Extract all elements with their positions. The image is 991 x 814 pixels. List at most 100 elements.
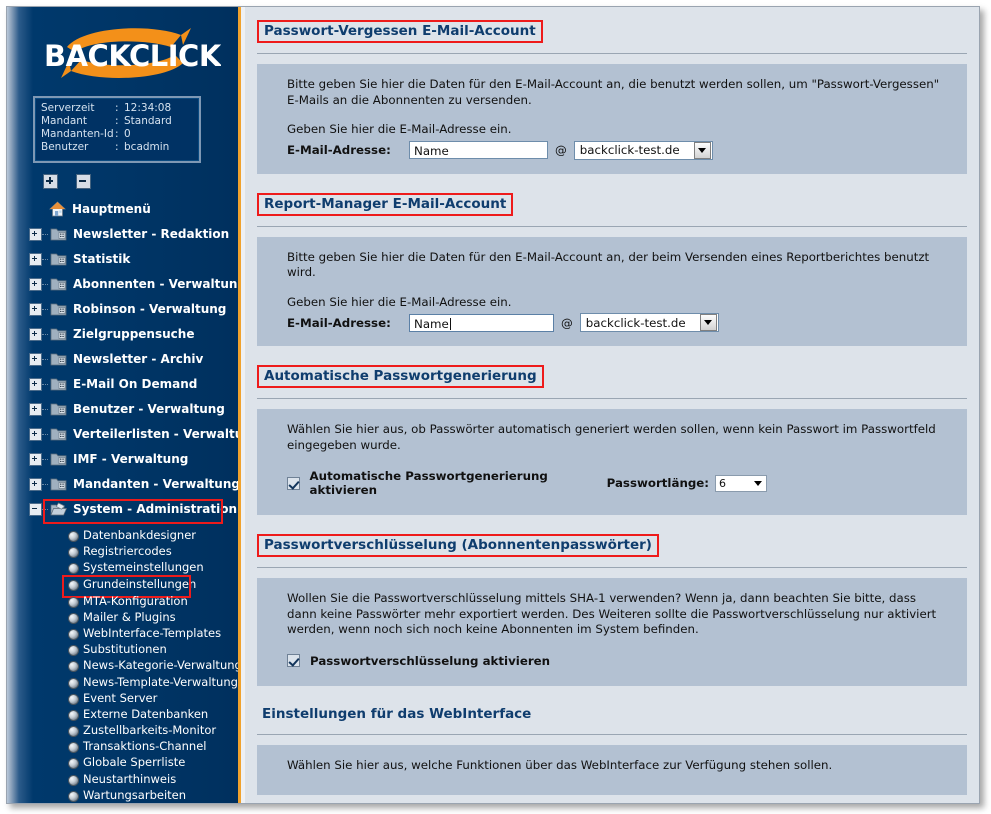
sidebar-subitem-label: WebInterface-Templates xyxy=(83,625,222,640)
sidebar-item-robinson-verwaltung[interactable]: Robinson - Verwaltung xyxy=(7,297,238,322)
sidebar-item-system-administration[interactable]: System - Administration xyxy=(7,497,238,524)
sidebar-subitem-transaktions-channel[interactable]: Transaktions-Channel xyxy=(7,738,238,754)
folder-icon xyxy=(50,301,67,317)
expand-toggle-icon[interactable] xyxy=(29,378,42,391)
expand-all-icon[interactable] xyxy=(43,174,58,189)
sidebar-subitem-news-kategorie-verwaltung[interactable]: News-Kategorie-Verwaltung xyxy=(7,657,238,673)
collapse-toggle-icon[interactable] xyxy=(29,503,42,516)
expand-toggle-icon[interactable] xyxy=(29,328,42,341)
sidebar-item-zielgruppensuche[interactable]: Zielgruppensuche xyxy=(7,322,238,347)
expand-toggle-icon[interactable] xyxy=(29,278,42,291)
at-symbol: @ xyxy=(561,315,573,330)
sidebar-item-benutzer-verwaltung[interactable]: Benutzer - Verwaltung xyxy=(7,397,238,422)
email-domain-select[interactable]: backclick-test.de xyxy=(573,140,713,160)
expand-toggle-icon[interactable] xyxy=(29,253,42,266)
info-row: Mandant : Standard xyxy=(41,115,172,128)
section-password-encryption: Passwortverschlüsselung (Abonnentenpassw… xyxy=(245,521,979,686)
bullet-icon xyxy=(68,774,79,786)
section-title: Passwortverschlüsselung (Abonnentenpassw… xyxy=(257,534,659,557)
sidebar-subitem-globale-sperrliste[interactable]: Globale Sperrliste xyxy=(7,754,238,770)
sidebar-subitem-registriercodes[interactable]: Registriercodes xyxy=(7,543,238,559)
sidebar-item-newsletter-archiv[interactable]: Newsletter - Archiv xyxy=(7,347,238,372)
email-domain-select[interactable]: backclick-test.de xyxy=(579,313,719,332)
sidebar-subitem-mailer-plugins[interactable]: Mailer & Plugins xyxy=(7,609,238,625)
expand-toggle-icon[interactable] xyxy=(29,228,42,241)
collapse-all-icon[interactable] xyxy=(75,174,91,189)
section-header: Einstellungen für das WebInterface xyxy=(245,692,979,724)
info-key: Benutzer xyxy=(41,141,89,153)
sidebar-item-label: Statistik xyxy=(73,252,131,266)
svg-text:BACKCLICK: BACKCLICK xyxy=(44,39,221,73)
sidebar-subitem-mta-konfiguration[interactable]: MTA-Konfiguration xyxy=(7,593,238,609)
sidebar-subitem-news-template-verwaltung[interactable]: News-Template-Verwaltung xyxy=(7,674,238,690)
chevron-down-icon[interactable] xyxy=(693,141,711,159)
password-encryption-checkbox[interactable] xyxy=(287,654,300,667)
sidebar-subitem-zustellbarkeits-monitor[interactable]: Zustellbarkeits-Monitor xyxy=(7,722,238,738)
expand-toggle-icon[interactable] xyxy=(29,303,42,316)
bullet-icon xyxy=(68,661,79,673)
sidebar-subitem-webinterface-templates[interactable]: WebInterface-Templates xyxy=(7,625,238,641)
bullet-icon xyxy=(68,531,79,542)
info-sep: : xyxy=(115,128,119,140)
expand-toggle-icon[interactable] xyxy=(29,478,42,491)
auto-password-checkbox[interactable] xyxy=(287,476,300,490)
section-auto-password: Automatische Passwortgenerierung Wählen … xyxy=(245,352,979,515)
sidebar-item-label: Mandanten - Verwaltung xyxy=(73,477,238,491)
navigation-tree: Hauptmenü Newsletter - Redaktion Statist… xyxy=(7,197,238,803)
folder-icon xyxy=(50,351,67,367)
tree-connector xyxy=(42,434,48,436)
chevron-down-icon[interactable] xyxy=(699,314,717,331)
application-window: BACKCLICK Serverzeit : 12:34:08 Mandant … xyxy=(6,6,980,804)
sidebar-item-label: Zielgruppensuche xyxy=(73,327,195,341)
folder-icon xyxy=(50,401,67,417)
sidebar-subitem-datenbankdesigner[interactable]: Datenbankdesigner xyxy=(7,527,238,543)
sidebar-item-email-on-demand[interactable]: E-Mail On Demand xyxy=(7,372,238,397)
sidebar-item-newsletter-redaktion[interactable]: Newsletter - Redaktion xyxy=(7,222,238,247)
email-local-input[interactable]: Name xyxy=(409,141,548,159)
sidebar-item-abonnenten-verwaltung[interactable]: Abonnenten - Verwaltung xyxy=(7,272,238,297)
sidebar-subitem-label: News-Template-Verwaltung xyxy=(83,674,238,689)
section-hint: Geben Sie hier die E-Mail-Adresse ein. xyxy=(287,122,512,136)
bullet-icon xyxy=(68,547,79,559)
password-length-select[interactable]: 6 xyxy=(715,474,767,492)
expand-toggle-icon[interactable] xyxy=(29,403,42,416)
expand-toggle-icon[interactable] xyxy=(29,428,42,441)
info-sep: : xyxy=(115,102,119,114)
sidebar-subitem-neustarthinweis[interactable]: Neustarthinweis xyxy=(7,771,238,787)
bullet-icon xyxy=(68,742,79,754)
email-local-value: Name xyxy=(414,316,449,331)
bullet-icon xyxy=(68,709,79,721)
sidebar-item-label: Abonnenten - Verwaltung xyxy=(73,277,238,291)
sidebar-item-verteilerlisten-verwaltung[interactable]: Verteilerlisten - Verwaltung xyxy=(7,422,238,447)
sidebar-item-label: Newsletter - Archiv xyxy=(73,352,204,366)
expand-toggle-icon[interactable] xyxy=(29,353,42,366)
sidebar-subitem-grundeinstellungen[interactable]: Grundeinstellungen xyxy=(7,574,238,598)
sidebar-item-mandanten-verwaltung[interactable]: Mandanten - Verwaltung xyxy=(7,472,238,497)
sidebar-subitem-label: Transaktions-Channel xyxy=(83,739,207,754)
sidebar-item-hauptmenu[interactable]: Hauptmenü xyxy=(7,197,238,222)
sidebar-subitem-label: Zustellbarkeits-Monitor xyxy=(83,723,217,738)
sidebar-item-label: Newsletter - Redaktion xyxy=(73,227,230,241)
sidebar-item-label: Benutzer - Verwaltung xyxy=(73,402,225,416)
info-key: Mandanten-Id xyxy=(41,128,114,140)
tree-connector xyxy=(42,234,48,236)
sidebar-subitem-event-server[interactable]: Event Server xyxy=(7,690,238,706)
chevron-down-icon[interactable] xyxy=(751,476,765,491)
sidebar-item-statistik[interactable]: Statistik xyxy=(7,247,238,272)
expand-toggle-icon[interactable] xyxy=(29,453,42,466)
section-title: Report-Manager E-Mail-Account xyxy=(257,192,514,216)
sidebar-subitem-wartungsarbeiten[interactable]: Wartungsarbeiten xyxy=(7,787,238,803)
sidebar-subitem-externe-datenbanken[interactable]: Externe Datenbanken xyxy=(7,706,238,722)
tree-connector xyxy=(42,409,48,411)
section-panel: Bitte geben Sie hier die Daten für den E… xyxy=(257,236,967,346)
sidebar-subitem-systemeinstellungen[interactable]: Systemeinstellungen xyxy=(7,559,238,575)
info-value: 12:34:08 xyxy=(124,102,172,114)
sidebar-item-imf-verwaltung[interactable]: IMF - Verwaltung xyxy=(7,447,238,472)
sidebar-item-label: IMF - Verwaltung xyxy=(73,452,189,466)
sidebar-subitem-substitutionen[interactable]: Substitutionen xyxy=(7,641,238,657)
email-local-input[interactable]: Name xyxy=(409,313,554,332)
tree-connector xyxy=(42,509,48,511)
bullet-icon xyxy=(68,758,79,770)
backclick-logo[interactable]: BACKCLICK xyxy=(31,21,221,87)
folder-icon xyxy=(50,426,67,442)
